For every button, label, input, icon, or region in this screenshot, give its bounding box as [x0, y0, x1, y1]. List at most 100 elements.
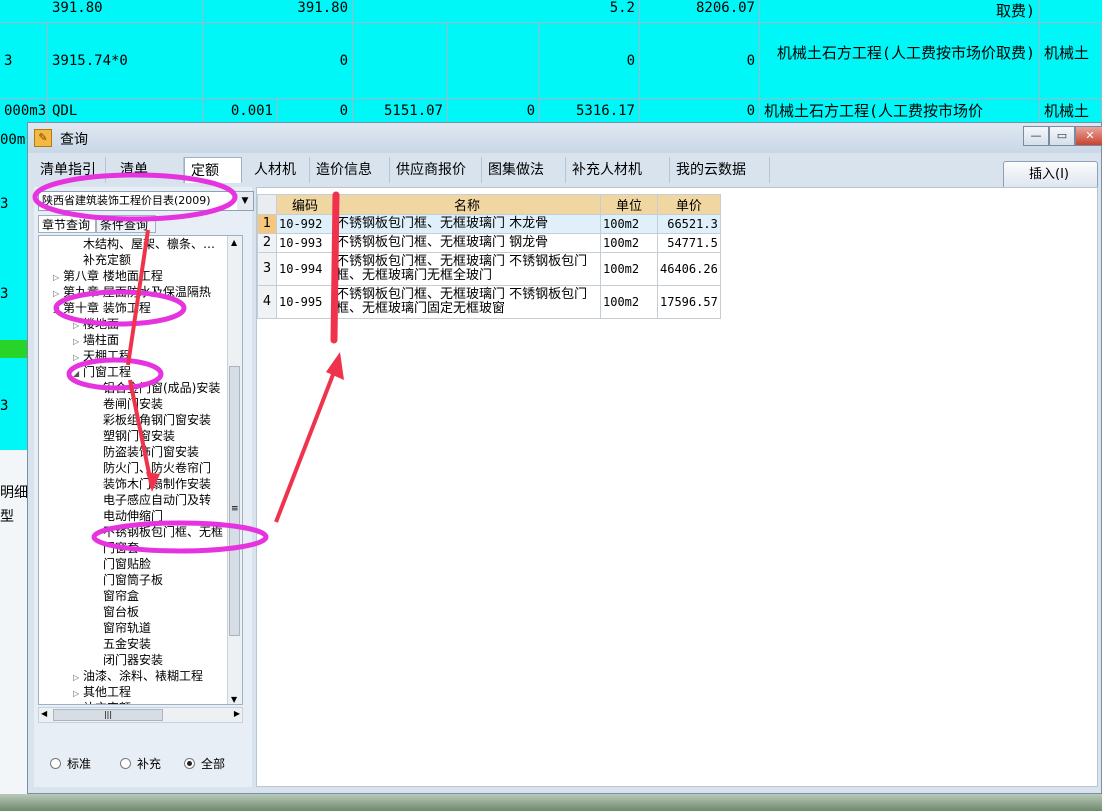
tree-item[interactable]: 彩板组角钢门窗安装 — [93, 412, 211, 428]
tree-item[interactable]: 五金安装 — [93, 636, 151, 652]
tree-item[interactable]: ▷ 第八章 楼地面工程 — [53, 268, 163, 284]
tab-quota[interactable]: 定额 — [184, 157, 242, 183]
tree-item[interactable]: 铝合金门窗(成品)安装 — [93, 380, 220, 396]
tree-item-label: 塑钢门窗安装 — [103, 429, 176, 443]
tree-item[interactable]: 闭门器安装 — [93, 652, 163, 668]
header-code[interactable]: 编码 — [276, 194, 334, 215]
library-select-value: 陕西省建筑装饰工程价目表(2009) — [42, 194, 211, 207]
tree-item-label: 门窗贴脸 — [103, 557, 152, 571]
expand-toggle-icon[interactable]: ◢ — [53, 302, 63, 318]
bg-cell: 391.80 — [48, 0, 203, 22]
bg-row[interactable]: 3 3915.74*0 0 0 0 机械土石方工程(人工费按市场价取费) 机械土 — [0, 22, 1102, 99]
tab-bill[interactable]: 清单 — [106, 157, 184, 183]
tree-item[interactable]: ▷ 墙柱面 — [73, 332, 119, 348]
tree-item[interactable]: 电子感应自动门及转 — [93, 492, 211, 508]
radio-dot[interactable] — [50, 758, 61, 769]
row-number: 1 — [257, 214, 277, 234]
header-name[interactable]: 名称 — [333, 194, 601, 215]
tree-item[interactable]: 木结构、屋架、檩条、… — [73, 236, 215, 252]
tree-item[interactable]: 窗帘盒 — [93, 588, 139, 604]
tree-item-label: 第八章 楼地面工程 — [63, 269, 163, 283]
tree-item[interactable]: 门窗贴脸 — [93, 556, 151, 572]
tree-vscroll-thumb[interactable] — [229, 366, 240, 636]
radio-supplement[interactable]: 补充 — [120, 755, 161, 772]
tree-vscroll[interactable]: ▲ ≡ ▼ — [227, 236, 242, 704]
cell-unit: 100m2 — [600, 233, 658, 253]
library-select[interactable]: 陕西省建筑装饰工程价目表(2009) ▼ — [38, 191, 254, 211]
tree-item[interactable]: 塑钢门窗安装 — [93, 428, 175, 444]
tree-item[interactable]: 门窗筒子板 — [93, 572, 163, 588]
scroll-down-icon[interactable]: ▼ — [231, 695, 237, 704]
bg-cell: 0 — [448, 99, 540, 123]
header-unit[interactable]: 单位 — [600, 194, 658, 215]
header-rownum — [257, 194, 277, 215]
tree-item-label: 卷闸门安装 — [103, 397, 164, 411]
scroll-left-icon[interactable]: ◀ — [41, 709, 47, 718]
dialog-titlebar[interactable]: ✎ 查询 — ▭ ✕ — [28, 123, 1102, 153]
maximize-icon[interactable]: ▭ — [1049, 126, 1075, 146]
scroll-right-icon[interactable]: ▶ — [234, 709, 240, 718]
tree-item[interactable]: 不锈钢板包门框、无框 — [93, 524, 223, 540]
tree-item[interactable]: 窗帘轨道 — [93, 620, 151, 636]
tree-item[interactable]: 补充定额 — [73, 700, 131, 704]
radio-all[interactable]: 全部 — [184, 755, 225, 772]
minimize-button[interactable]: — — [1023, 126, 1049, 146]
chevron-down-icon[interactable]: ▼ — [237, 192, 253, 210]
tree-item-label: 其他工程 — [83, 685, 132, 699]
table-row[interactable]: 3 10-994 不锈钢板包门框、无框玻璃门 不锈钢板包门框、无框玻璃门无框全玻门 1… — [257, 252, 721, 286]
expand-toggle-icon[interactable]: ◢ — [73, 366, 83, 382]
bg-cell: 取费) — [760, 0, 1040, 22]
tree-item[interactable]: ▷ 天棚工程 — [73, 348, 131, 364]
tree-item[interactable]: 卷闸门安装 — [93, 396, 163, 412]
tree-item[interactable]: 补充定额 — [73, 252, 131, 268]
tree-item[interactable]: ▷ 油漆、涂料、裱糊工程 — [73, 668, 203, 684]
tree-item[interactable]: 窗台板 — [93, 604, 139, 620]
tree-item[interactable]: 门窗套 — [93, 540, 139, 556]
chapter-tree[interactable]: 木结构、屋架、檩条、… 补充定额 ▷ 第八章 楼地面工程 ▷ 第九章 屋面防水及保温隔热 ◢… — [38, 235, 243, 705]
tree-item-label: 彩板组角钢门窗安装 — [103, 413, 212, 427]
bg-cell: 3915.74*0 — [48, 23, 203, 99]
tab-labor-material[interactable]: 人材机 — [246, 157, 310, 183]
tree-item[interactable]: ▷ 楼地面 — [73, 316, 119, 332]
tree-hscroll[interactable]: ◀ ||| ▶ — [38, 707, 243, 723]
radio-dot[interactable] — [120, 758, 131, 769]
tree-item-label: 不锈钢板包门框、无框 — [103, 525, 224, 539]
tab-atlas-method[interactable]: 图集做法 — [482, 157, 566, 183]
table-row[interactable]: 4 10-995 不锈钢板包门框、无框玻璃门 不锈钢板包门框、无框玻璃门固定无框玻窗… — [257, 285, 721, 319]
cell-price: 54771.5 — [657, 233, 721, 253]
tree-item[interactable]: 装饰木门扇制作安装 — [93, 476, 211, 492]
insert-button[interactable]: 插入(I) — [1003, 161, 1098, 189]
tree-item[interactable]: 电动伸缩门 — [93, 508, 163, 524]
bg-cell: 机械土石方工程(人工费按市场价取费) — [760, 23, 1040, 99]
tab-condition-query[interactable]: 条件查询 — [96, 215, 156, 233]
tree-item[interactable]: ▷ 第九章 屋面防水及保温隔热 — [53, 284, 211, 300]
tab-supplement-material[interactable]: 补充人材机 — [566, 157, 670, 183]
radio-standard[interactable]: 标准 — [50, 755, 91, 772]
tree-hscroll-thumb[interactable]: ||| — [53, 709, 163, 721]
tree-item[interactable]: ◢ 第十章 装饰工程 — [53, 300, 151, 316]
close-icon[interactable]: ✕ — [1075, 126, 1102, 146]
tree-item-label: 补充定额 — [83, 253, 132, 267]
tab-chapter-query[interactable]: 章节查询 — [38, 215, 96, 233]
tree-item[interactable]: ▷ 其他工程 — [73, 684, 131, 700]
radio-dot[interactable] — [184, 758, 195, 769]
query-app-icon: ✎ — [34, 129, 52, 147]
tree-item[interactable]: 防火门、防火卷帘门 — [93, 460, 211, 476]
cell-code: 10-994 — [276, 252, 334, 286]
bg-cell: 5.2 — [540, 0, 640, 22]
tab-bill-guide[interactable]: 清单指引 — [34, 157, 106, 183]
scroll-up-icon[interactable]: ▲ — [231, 238, 237, 247]
table-row[interactable]: 1 10-992 不锈钢板包门框、无框玻璃门 木龙骨 100m2 66521.3 — [257, 214, 721, 234]
table-row[interactable]: 2 10-993 不锈钢板包门框、无框玻璃门 钢龙骨 100m2 54771.5 — [257, 233, 721, 253]
tab-cost-info[interactable]: 造价信息 — [310, 157, 390, 183]
tree-item[interactable]: ◢ 门窗工程 — [73, 364, 131, 380]
tree-item[interactable]: 防盗装饰门窗安装 — [93, 444, 199, 460]
tree-item-label: 门窗工程 — [83, 365, 132, 379]
tab-my-cloud-data[interactable]: 我的云数据 — [670, 157, 770, 183]
header-price[interactable]: 单价 — [657, 194, 721, 215]
tab-supplier-quote[interactable]: 供应商报价 — [390, 157, 482, 183]
bg-row[interactable]: 000m3 QDL 0.001 0 5151.07 0 5316.17 0 机械… — [0, 98, 1102, 123]
tree-item-label: 电子感应自动门及转 — [103, 493, 212, 507]
radio-label: 标准 — [67, 757, 92, 771]
tree-item-label: 门窗套 — [103, 541, 140, 555]
